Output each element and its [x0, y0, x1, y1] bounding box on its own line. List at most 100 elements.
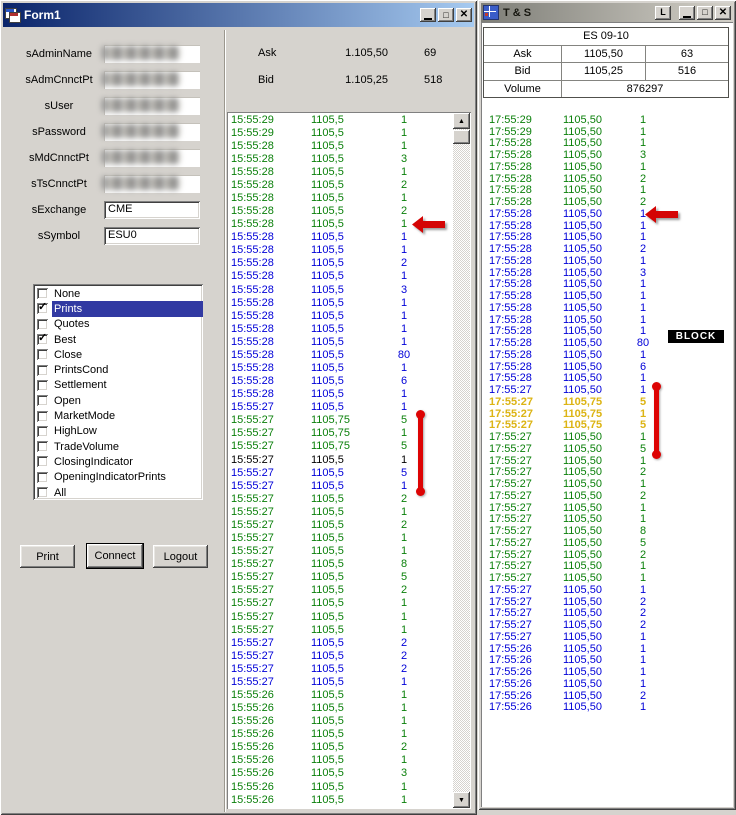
text-input[interactable]: [102, 44, 200, 63]
print-button[interactable]: Print: [20, 545, 75, 568]
option-item[interactable]: MarketMode: [33, 408, 203, 423]
trade-row[interactable]: 17:55:26 1105,50 1: [482, 701, 722, 713]
trade-row[interactable]: 17:55:27 1105,50 1: [482, 631, 722, 643]
trade-row[interactable]: 15:55:28 1105,5 1: [228, 388, 452, 401]
trade-row[interactable]: 17:55:26 1105,50 1: [482, 643, 722, 655]
trade-row[interactable]: 15:55:27 1105,5 2: [228, 636, 452, 649]
lock-button[interactable]: L: [655, 5, 671, 20]
trade-row[interactable]: 17:55:28 1105,50 1: [482, 290, 722, 302]
option-item[interactable]: HighLow: [33, 424, 203, 439]
trade-row[interactable]: 15:55:27 1105,5 1: [228, 545, 452, 558]
trade-row[interactable]: 17:55:26 1105,50 2: [482, 690, 722, 702]
trade-row[interactable]: 17:55:28 1105,50 1: [482, 302, 722, 314]
trade-row[interactable]: 15:55:27 1105,5 2: [228, 584, 452, 597]
trade-row[interactable]: 17:55:28 1105,50 1: [482, 184, 722, 196]
trade-row[interactable]: 17:55:28 1105,50 1: [482, 314, 722, 326]
trade-row[interactable]: 17:55:29 1105,50 1: [482, 114, 722, 126]
trade-row[interactable]: 17:55:28 1105,50 1: [482, 278, 722, 290]
option-item[interactable]: PrintsCond: [33, 362, 203, 377]
checkbox[interactable]: [37, 441, 48, 453]
maximize-button[interactable]: □: [438, 8, 454, 22]
trade-row[interactable]: 15:55:28 1105,5 2: [228, 178, 452, 191]
trade-row[interactable]: 15:55:26 1105,5 1: [228, 754, 452, 767]
trade-row[interactable]: 17:55:28 1105,50 2: [482, 173, 722, 185]
checkbox[interactable]: [37, 456, 48, 468]
checkbox[interactable]: [37, 300, 48, 315]
trade-row[interactable]: 17:55:28 1105,50 1: [482, 231, 722, 243]
trade-row[interactable]: 17:55:27 1105,50 1: [482, 584, 722, 596]
checkbox[interactable]: [37, 288, 48, 300]
checkbox[interactable]: [37, 318, 48, 330]
trade-row[interactable]: 17:55:27 1105,50 2: [482, 490, 722, 502]
option-item[interactable]: Open: [33, 393, 203, 408]
trade-row[interactable]: 15:55:27 1105,5 1: [228, 610, 452, 623]
trade-row[interactable]: 17:55:27 1105,50 1: [482, 572, 722, 584]
subscription-options-list[interactable]: None Prints Quotes Best: [33, 284, 203, 500]
option-item[interactable]: Best: [33, 331, 203, 347]
option-item[interactable]: TradeVolume: [33, 439, 203, 454]
checkbox[interactable]: [37, 331, 48, 346]
checkbox[interactable]: [37, 471, 48, 483]
trade-row[interactable]: 17:55:28 1105,50 1: [482, 255, 722, 267]
checkbox[interactable]: [37, 425, 48, 437]
trade-row[interactable]: 15:55:26 1105,5 3: [228, 767, 452, 780]
trade-row[interactable]: 15:55:27 1105,5 1: [228, 597, 452, 610]
minimize-button[interactable]: [420, 8, 436, 22]
trade-row[interactable]: 17:55:26 1105,50 1: [482, 654, 722, 666]
trade-row[interactable]: 15:55:26 1105,5 1: [228, 780, 452, 793]
trade-row[interactable]: 15:55:27 1105,5 8: [228, 558, 452, 571]
trade-row[interactable]: 17:55:27 1105,50 1: [482, 384, 722, 396]
scroll-down-button[interactable]: ▼: [453, 792, 470, 808]
trade-row[interactable]: 15:55:26 1105,5 1: [228, 728, 452, 741]
trade-row[interactable]: 17:55:27 1105,50 5: [482, 443, 722, 455]
trade-row[interactable]: 15:55:26 1105,5 1: [228, 715, 452, 728]
trade-row[interactable]: 15:55:29 1105,5 1: [228, 126, 452, 139]
checkbox[interactable]: [37, 410, 48, 422]
trade-row[interactable]: 17:55:27 1105,50 1: [482, 431, 722, 443]
trade-row[interactable]: 15:55:28 1105,5 3: [228, 152, 452, 165]
maximize-button[interactable]: □: [697, 5, 713, 20]
trade-row[interactable]: 15:55:27 1105,5 5: [228, 571, 452, 584]
option-item[interactable]: All: [33, 485, 203, 500]
trade-row[interactable]: 15:55:26 1105,5 1: [228, 793, 452, 806]
trade-row[interactable]: 17:55:29 1105,50 1: [482, 126, 722, 138]
checkbox[interactable]: [37, 364, 48, 376]
trade-row[interactable]: 15:55:28 1105,5 2: [228, 257, 452, 270]
scrollbar-track[interactable]: ▲ ▼: [453, 113, 470, 808]
checkbox[interactable]: [37, 349, 48, 361]
trade-row[interactable]: 17:55:28 1105,50 2: [482, 196, 722, 208]
trade-row[interactable]: 15:55:28 1105,5 1: [228, 296, 452, 309]
trade-row[interactable]: 15:55:28 1105,5 1: [228, 361, 452, 374]
text-input[interactable]: ESU0: [104, 226, 200, 245]
trade-row[interactable]: 15:55:27 1105,5 2: [228, 649, 452, 662]
trade-row[interactable]: 17:55:26 1105,50 1: [482, 678, 722, 690]
trade-row[interactable]: 17:55:27 1105,50 1: [482, 455, 722, 467]
trade-row[interactable]: 17:55:26 1105,50 1: [482, 666, 722, 678]
trade-row[interactable]: 17:55:27 1105,50 1: [482, 560, 722, 572]
trade-row[interactable]: 17:55:27 1105,50 2: [482, 607, 722, 619]
trade-row[interactable]: 17:55:28 1105,50 1: [482, 372, 722, 384]
trade-row[interactable]: 15:55:27 1105,5 1: [228, 532, 452, 545]
trade-row[interactable]: 17:55:27 1105,75 5: [482, 419, 722, 431]
option-item[interactable]: ClosingIndicator: [33, 454, 203, 469]
trade-row[interactable]: 17:55:28 1105,50 1: [482, 220, 722, 232]
checkbox[interactable]: [37, 395, 48, 407]
text-input[interactable]: [102, 122, 200, 141]
option-item[interactable]: Quotes: [33, 317, 203, 332]
option-item[interactable]: Close: [33, 347, 203, 362]
trade-row[interactable]: 17:55:27 1105,50 1: [482, 513, 722, 525]
minimize-button[interactable]: [679, 5, 695, 20]
connect-button[interactable]: Connect: [86, 543, 144, 569]
trade-row[interactable]: 17:55:28 1105,50 3: [482, 267, 722, 279]
trade-row[interactable]: 15:55:29 1105,5 1: [228, 113, 452, 126]
trade-row[interactable]: 15:55:28 1105,5 1: [228, 335, 452, 348]
trade-row[interactable]: 15:55:28 1105,5 1: [228, 165, 452, 178]
trade-row[interactable]: 17:55:28 1105,50 3: [482, 149, 722, 161]
text-input[interactable]: [102, 70, 200, 89]
trade-row[interactable]: 15:55:27 1105,5 2: [228, 662, 452, 675]
trade-row[interactable]: 17:55:28 1105,50 1: [482, 161, 722, 173]
trade-row[interactable]: 17:55:27 1105,75 5: [482, 396, 722, 408]
scrollbar-thumb[interactable]: [453, 130, 470, 144]
trade-row[interactable]: 17:55:28 1105,50 2: [482, 243, 722, 255]
trade-row[interactable]: 17:55:27 1105,50 2: [482, 619, 722, 631]
